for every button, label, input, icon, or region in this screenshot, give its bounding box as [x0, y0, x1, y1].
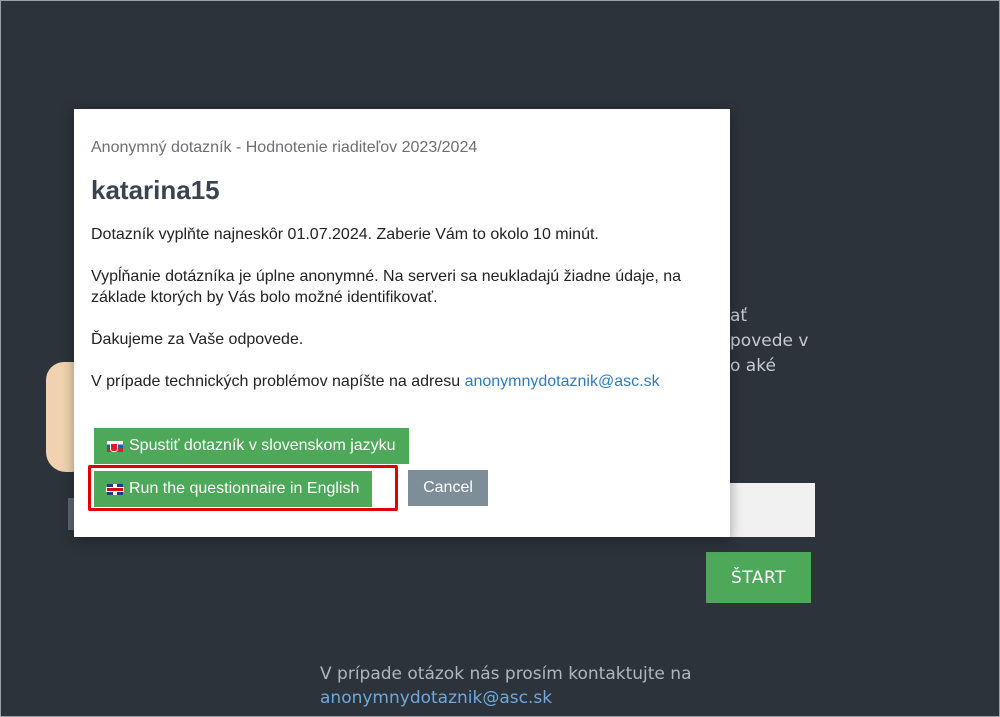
- code-input[interactable]: [730, 483, 815, 537]
- start-english-button[interactable]: Run the questionnaire in English: [94, 471, 373, 507]
- start-english-label: Run the questionnaire in English: [129, 480, 360, 497]
- start-slovak-button[interactable]: Spustiť dotazník v slovenskom jazyku: [94, 428, 409, 464]
- cancel-button[interactable]: Cancel: [408, 470, 488, 506]
- background-text-line: o aké: [730, 356, 776, 376]
- background-description: ať povede v o aké: [730, 304, 820, 379]
- modal-title: katarina15: [91, 175, 220, 205]
- deadline-text: Dotazník vyplňte najneskôr 01.07.2024. Z…: [91, 226, 599, 243]
- modal-subtitle: Anonymný dotazník - Hodnotenie riaditeľo…: [91, 139, 478, 156]
- support-label: V prípade technických problémov napíšte …: [91, 373, 461, 390]
- footer-text: V prípade otázok nás prosím kontaktujte …: [320, 664, 692, 684]
- support-email-link[interactable]: anonymnydotaznik@asc.sk: [465, 373, 660, 390]
- questionnaire-modal: Anonymný dotazník - Hodnotenie riaditeľo…: [74, 109, 730, 537]
- background-text-line: povede v: [730, 331, 809, 351]
- uk-flag-icon: [107, 483, 123, 495]
- background-text-line: ať: [730, 306, 748, 326]
- thanks-text: Ďakujeme za Vaše odpovede.: [91, 331, 304, 348]
- anonymity-text: Vypĺňanie dotázníka je úplne anonymné. N…: [91, 268, 682, 306]
- start-button[interactable]: ŠTART: [706, 552, 811, 603]
- support-text: V prípade technických problémov napíšte …: [91, 371, 660, 392]
- slovakia-flag-icon: [107, 440, 123, 452]
- footer-email-link[interactable]: anonymnydotaznik@asc.sk: [320, 688, 552, 708]
- start-slovak-label: Spustiť dotazník v slovenskom jazyku: [129, 437, 396, 454]
